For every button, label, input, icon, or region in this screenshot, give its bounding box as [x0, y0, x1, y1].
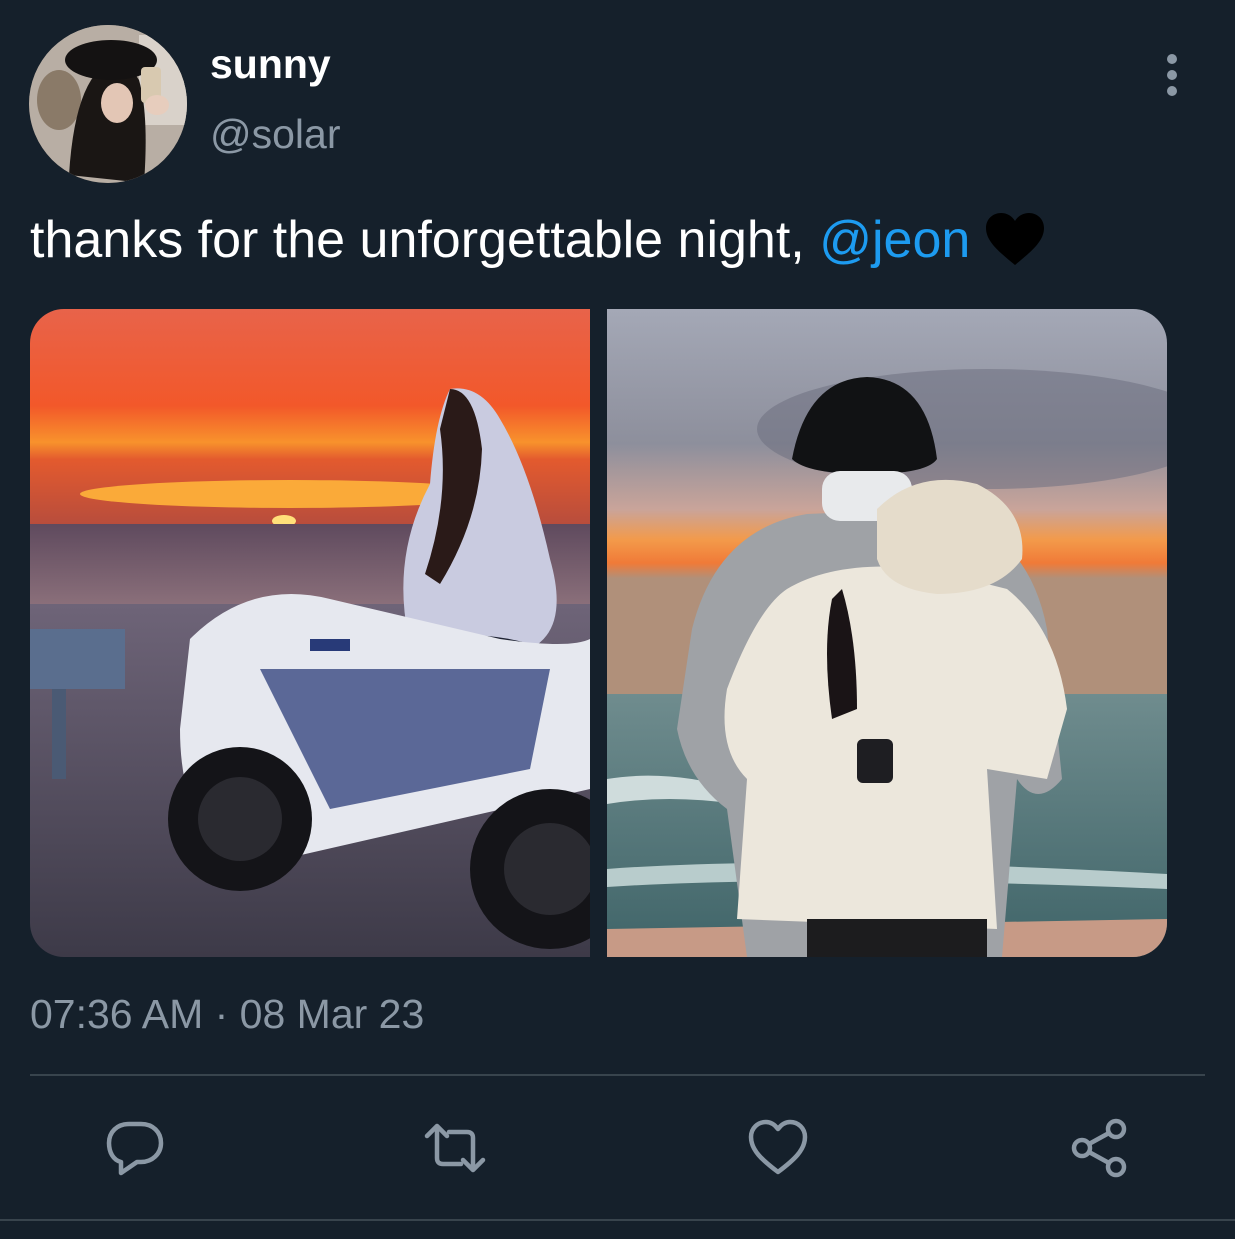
- more-options-icon[interactable]: [1155, 52, 1189, 98]
- retweet-button[interactable]: [423, 1118, 487, 1178]
- beach-couple-photo[interactable]: [607, 309, 1167, 957]
- divider: [30, 1074, 1205, 1076]
- like-button[interactable]: [746, 1118, 810, 1178]
- retweet-icon: [424, 1123, 486, 1173]
- share-icon: [1071, 1118, 1127, 1178]
- media-grid: [30, 309, 1167, 957]
- sunset-motorcycle-photo[interactable]: [30, 309, 590, 957]
- avatar[interactable]: [29, 25, 187, 183]
- mention-link[interactable]: @jeon: [819, 211, 970, 269]
- reply-button[interactable]: [103, 1118, 167, 1178]
- tweet-timestamp: 07:36 AM · 08 Mar 23: [30, 991, 425, 1037]
- share-button[interactable]: [1068, 1118, 1132, 1178]
- avatar-image: [29, 25, 187, 183]
- display-name[interactable]: sunny: [210, 40, 331, 88]
- reply-icon: [106, 1121, 164, 1176]
- tweet-text: thanks for the unforgettable night, @jeo…: [30, 208, 1046, 272]
- tweet-text-body: thanks for the unforgettable night,: [30, 211, 820, 269]
- user-handle[interactable]: @solar: [210, 110, 341, 158]
- heart-icon: [748, 1119, 808, 1175]
- bottom-divider: [0, 1219, 1235, 1221]
- black-heart-icon: [984, 211, 1046, 267]
